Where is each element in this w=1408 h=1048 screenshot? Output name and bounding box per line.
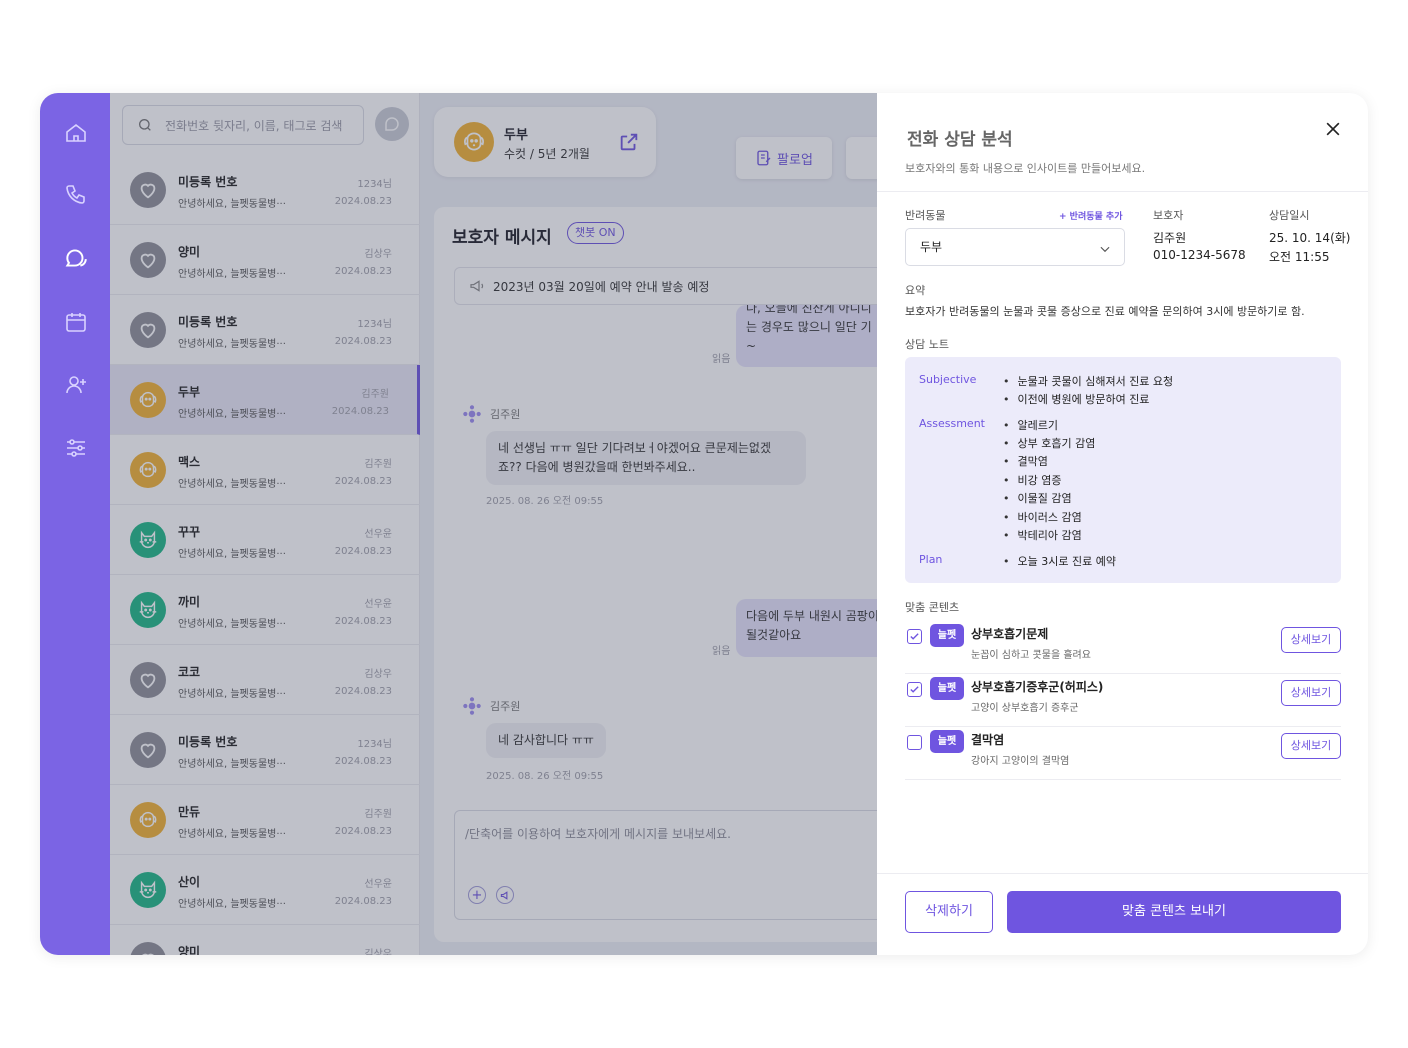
content-subtitle: 강아지 고양이의 결막염 <box>971 756 1070 767</box>
send-contents-button[interactable]: 맞춤 콘텐츠 보내기 <box>1007 891 1341 933</box>
content-title: 결막염 <box>971 733 1005 747</box>
add-pet-link[interactable]: + 반려동물 추가 <box>1059 209 1123 222</box>
note-item: 비강 염증 <box>1003 472 1062 488</box>
delete-button[interactable]: 삭제하기 <box>905 891 993 933</box>
divider <box>877 873 1368 874</box>
divider <box>877 191 1368 192</box>
content-title: 상부호흡기증후군(허피스) <box>971 680 1104 694</box>
detail-button[interactable]: 상세보기 <box>1281 680 1341 706</box>
content-item: 늘펫 상부호흡기증후군(허피스) 고양이 상부호흡기 증후군 상세보기 <box>905 674 1341 727</box>
guardian-name: 김주원 <box>1153 231 1187 245</box>
note-item: 이물질 감염 <box>1003 490 1072 506</box>
note-item: 상부 호흡기 감염 <box>1003 435 1096 451</box>
content-item: 늘펫 상부호흡기문제눈꼽이 심하고 콧물을 흘려요 상세보기 <box>905 621 1341 674</box>
close-icon[interactable] <box>1323 119 1343 139</box>
notes-label: 상담 노트 <box>905 338 949 351</box>
pet-label: 반려동물 <box>905 209 946 222</box>
consult-date: 25. 10. 14(화) <box>1269 231 1351 245</box>
calendar-icon[interactable] <box>63 309 89 335</box>
content-checkbox[interactable] <box>907 629 922 644</box>
note-item: 결막염 <box>1003 453 1048 469</box>
home-icon[interactable] <box>63 120 89 146</box>
note-item: 눈물과 콧물이 심해져서 진료 요청 <box>1003 373 1174 389</box>
consult-notes: Subjective 눈물과 콧물이 심해져서 진료 요청 이전에 병원에 방문… <box>905 357 1341 583</box>
nav-rail <box>40 93 110 955</box>
note-item: 박테리아 감염 <box>1003 527 1082 543</box>
pet-select-value: 두부 <box>920 240 943 254</box>
note-item: 이전에 병원에 방문하여 진료 <box>1003 391 1150 407</box>
content-tag: 늘펫 <box>930 677 964 700</box>
detail-button[interactable]: 상세보기 <box>1281 627 1341 653</box>
content-item: 늘펫 결막염강아지 고양이의 결막염 상세보기 <box>905 727 1341 780</box>
settings-sliders-icon[interactable] <box>63 435 89 461</box>
guardian-label: 보호자 <box>1153 209 1184 222</box>
phone-icon[interactable] <box>63 182 89 208</box>
app-window: 전화번호 뒷자리, 이름, 태그로 검색 미등록 번호 안녕하세요, 늘펫동물병·… <box>40 93 1368 955</box>
summary-text: 보호자가 반려동물의 눈물과 콧물 증상으로 진료 예약을 문의하여 3시에 방… <box>905 305 1305 318</box>
content-tag: 늘펫 <box>930 624 964 647</box>
consult-time: 오전 11:55 <box>1269 250 1330 264</box>
contents-label: 맞춤 콘텐츠 <box>905 601 960 614</box>
content-checkbox[interactable] <box>907 682 922 697</box>
datetime-label: 상담일시 <box>1269 209 1310 222</box>
detail-button[interactable]: 상세보기 <box>1281 733 1341 759</box>
call-analysis-panel: 전화 상담 분석 보호자와의 통화 내용으로 인사이트를 만들어보세요. 반려동… <box>877 93 1368 955</box>
content-subtitle: 고양이 상부호흡기 증후군 <box>971 703 1079 714</box>
panel-subtitle: 보호자와의 통화 내용으로 인사이트를 만들어보세요. <box>905 162 1146 175</box>
content-subtitle: 눈꼽이 심하고 콧물을 흘려요 <box>971 650 1091 661</box>
assessment-label: Assessment <box>919 417 985 430</box>
subjective-label: Subjective <box>919 373 977 386</box>
modal-backdrop[interactable] <box>110 93 880 955</box>
panel-title: 전화 상담 분석 <box>907 130 1013 150</box>
plan-label: Plan <box>919 553 943 566</box>
note-item: 바이러스 감염 <box>1003 509 1082 525</box>
add-user-icon[interactable] <box>63 372 89 398</box>
note-item: 알레르기 <box>1003 417 1058 433</box>
chevron-down-icon <box>1100 246 1110 253</box>
summary-label: 요약 <box>905 284 926 297</box>
chat-icon[interactable] <box>63 245 89 271</box>
guardian-phone: 010-1234-5678 <box>1153 248 1246 262</box>
content-title: 상부호흡기문제 <box>971 627 1049 641</box>
content-tag: 늘펫 <box>930 730 964 753</box>
pet-select[interactable]: 두부 <box>905 228 1125 266</box>
content-checkbox[interactable] <box>907 735 922 750</box>
note-item: 오늘 3시로 진료 예약 <box>1003 553 1116 569</box>
